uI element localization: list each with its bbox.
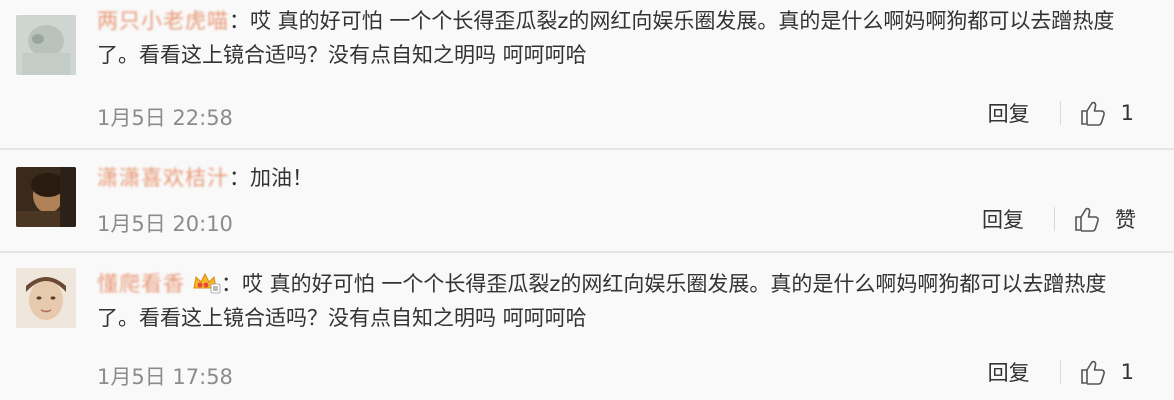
crown-badge-icon bbox=[191, 270, 221, 294]
avatar[interactable] bbox=[16, 15, 76, 75]
username-link[interactable]: 懂爬看香 bbox=[97, 272, 185, 296]
comment-actions: 回复 赞 bbox=[982, 204, 1136, 234]
timestamp: 1月5日 17:58 bbox=[97, 365, 233, 389]
comment-item: 潇潇喜欢桔汁：加油！ 1月5日 20:10 回复 赞 bbox=[0, 150, 1174, 251]
comment-actions: 回复 1 bbox=[988, 357, 1134, 387]
name-separator: ： bbox=[229, 9, 250, 33]
action-divider bbox=[1059, 101, 1061, 125]
comment-body: 加油！ bbox=[250, 166, 313, 190]
thumbs-up-icon[interactable] bbox=[1079, 358, 1107, 386]
action-divider bbox=[1054, 207, 1055, 231]
timestamp: 1月5日 20:10 bbox=[97, 212, 233, 236]
comment-body: 哎 真的好可怕 一个个长得歪瓜裂z的网红向娱乐圈发展。真的是什么啊妈啊狗都可以去… bbox=[97, 272, 1107, 330]
name-separator: ： bbox=[221, 272, 242, 296]
comment-item: 懂爬看香 ：哎 真的好可怕 一个个长得歪瓜裂z的网红向娱乐圈发展。真的是什么啊妈… bbox=[0, 253, 1174, 400]
thumbs-up-icon[interactable] bbox=[1073, 205, 1101, 233]
timestamp: 1月5日 22:58 bbox=[97, 106, 233, 130]
like-button-label[interactable]: 赞 bbox=[1115, 204, 1136, 234]
comment-text: 两只小老虎喵：哎 真的好可怕 一个个长得歪瓜裂z的网红向娱乐圈发展。真的是什么啊… bbox=[97, 4, 1138, 72]
comment-body: 哎 真的好可怕 一个个长得歪瓜裂z的网红向娱乐圈发展。真的是什么啊妈啊狗都可以去… bbox=[97, 9, 1115, 67]
reply-button[interactable]: 回复 bbox=[982, 204, 1024, 234]
name-separator: ： bbox=[229, 166, 250, 190]
avatar[interactable] bbox=[16, 268, 76, 328]
username-link[interactable]: 潇潇喜欢桔汁 bbox=[97, 166, 229, 190]
comment-text: 懂爬看香 ：哎 真的好可怕 一个个长得歪瓜裂z的网红向娱乐圈发展。真的是什么啊妈… bbox=[97, 267, 1138, 335]
reply-button[interactable]: 回复 bbox=[988, 98, 1030, 128]
action-divider bbox=[1059, 360, 1061, 384]
avatar[interactable] bbox=[16, 167, 76, 227]
comment-text: 潇潇喜欢桔汁：加油！ bbox=[97, 161, 1138, 195]
thumbs-up-icon[interactable] bbox=[1079, 99, 1107, 127]
comment-actions: 回复 1 bbox=[988, 98, 1134, 128]
username-link[interactable]: 两只小老虎喵 bbox=[97, 9, 229, 33]
comment-item: 两只小老虎喵：哎 真的好可怕 一个个长得歪瓜裂z的网红向娱乐圈发展。真的是什么啊… bbox=[0, 0, 1174, 148]
like-count: 1 bbox=[1120, 360, 1134, 384]
reply-button[interactable]: 回复 bbox=[988, 357, 1030, 387]
like-count: 1 bbox=[1120, 101, 1134, 125]
